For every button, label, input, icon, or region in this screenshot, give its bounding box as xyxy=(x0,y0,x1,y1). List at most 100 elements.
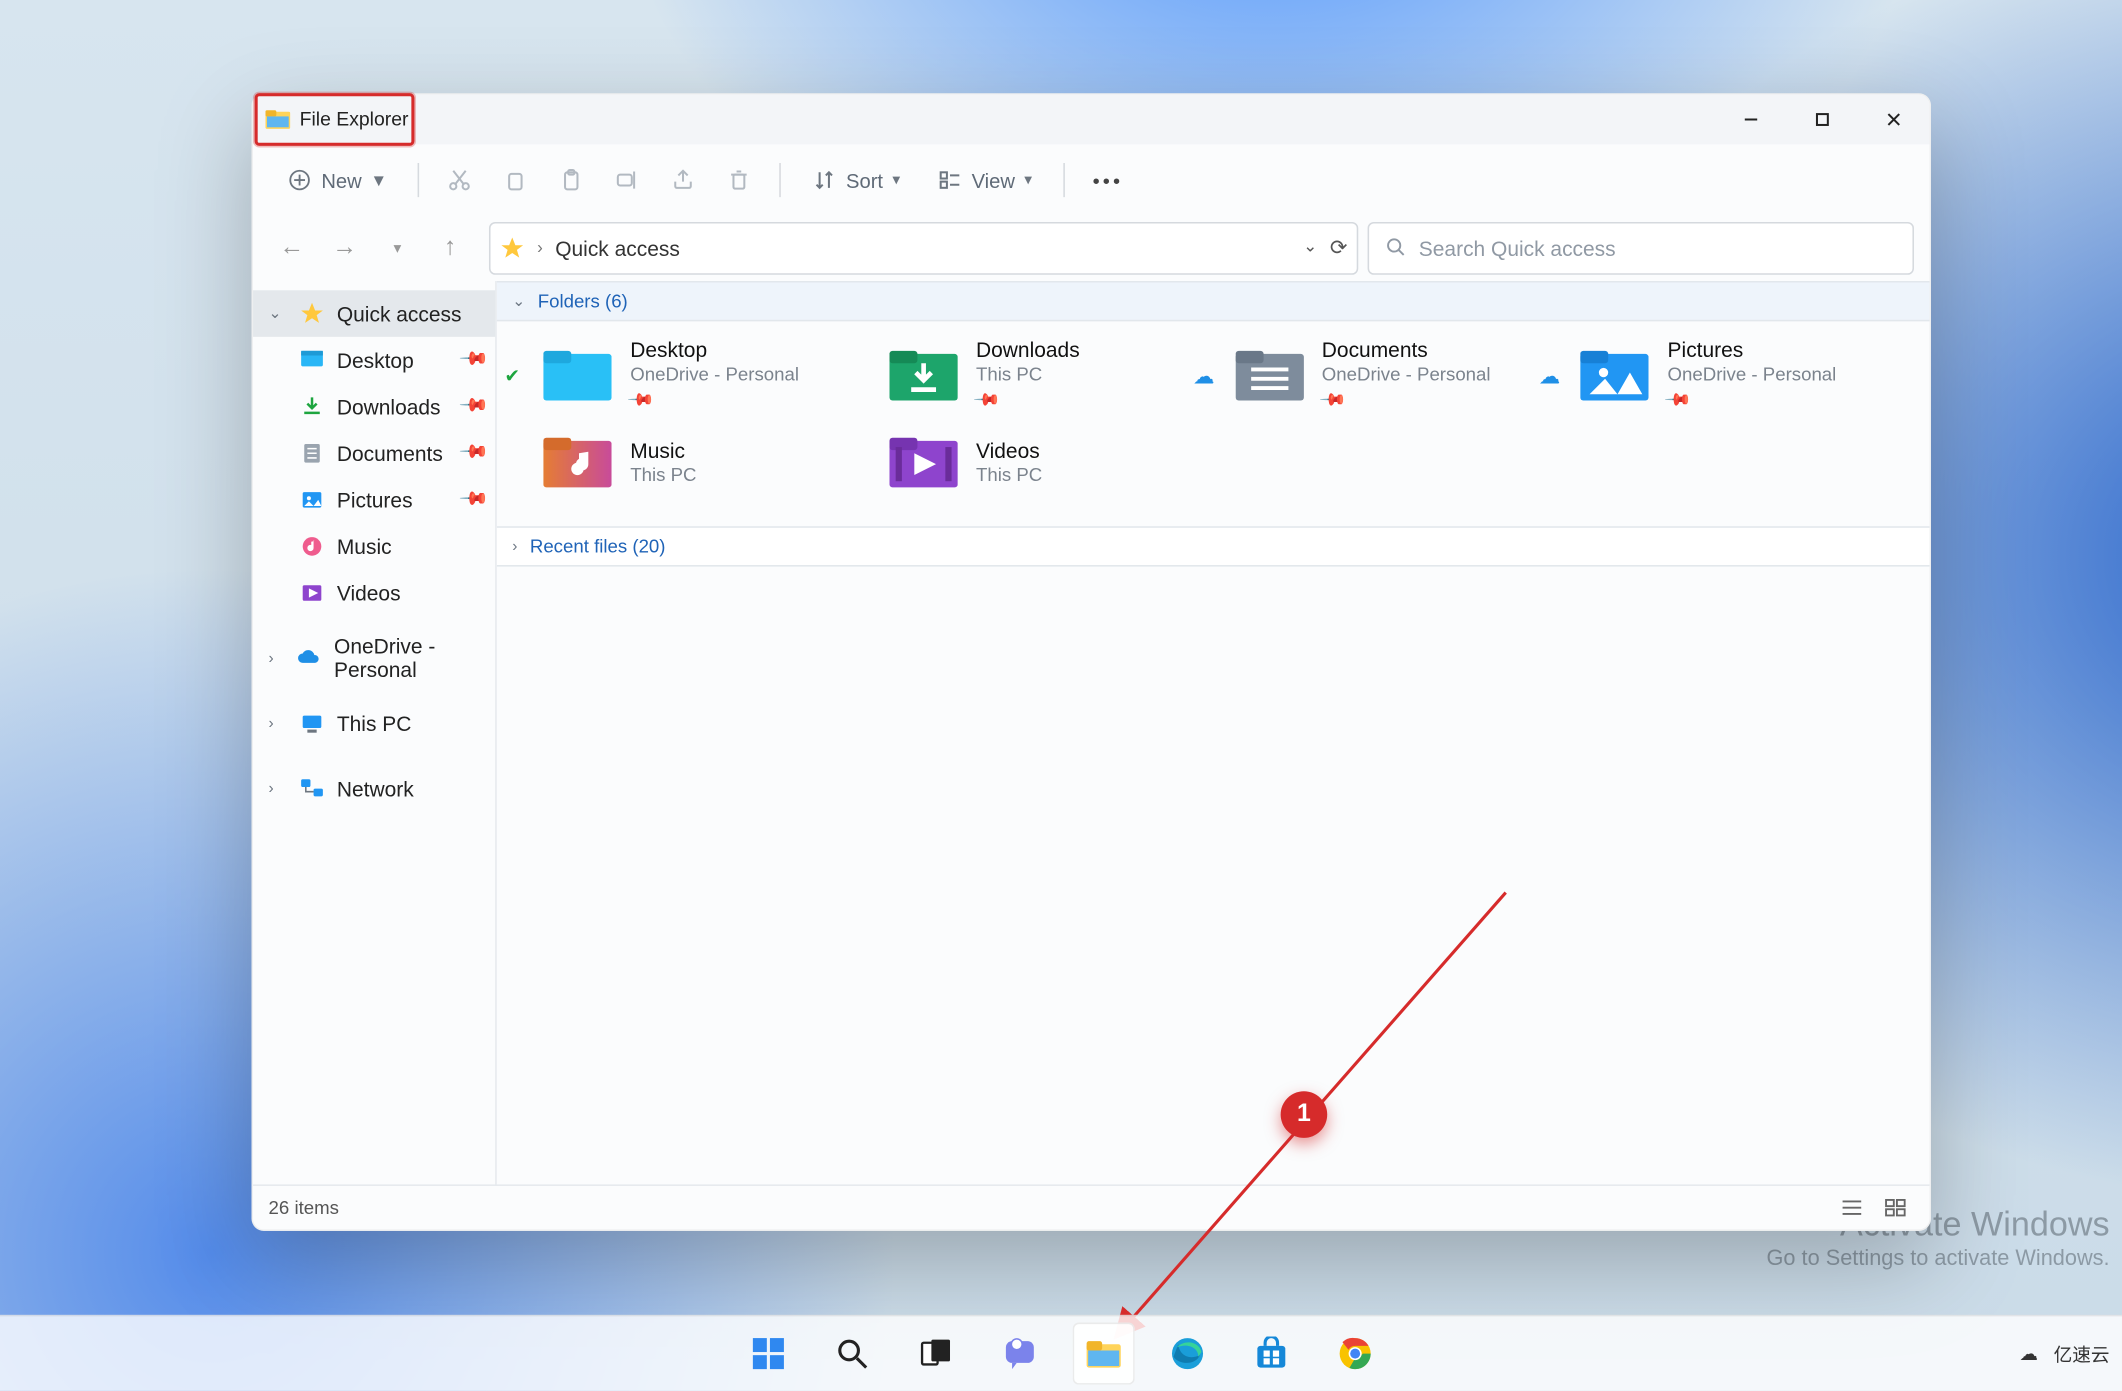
sidebar-item-label: Downloads xyxy=(337,395,441,418)
delete-button[interactable] xyxy=(714,155,764,205)
download-icon xyxy=(300,394,325,419)
sidebar-item-onedrive[interactable]: › OneDrive - Personal xyxy=(253,635,495,682)
separator xyxy=(418,163,420,197)
sidebar-item-network[interactable]: › Network xyxy=(253,765,495,812)
folder-item-desktop[interactable]: ✔ Desktop OneDrive - Personal 📌 xyxy=(534,340,867,411)
folder-icon xyxy=(1235,348,1303,404)
file-explorer-window: File Explorer New ▾ Sort xyxy=(251,93,1931,1231)
file-explorer-icon xyxy=(265,107,290,132)
folder-icon xyxy=(889,435,957,491)
content-pane: ⌄ Folders (6) ✔ Desktop OneDrive - Perso… xyxy=(495,281,1929,1186)
tray-brand-icon: ☁ xyxy=(2020,1343,2039,1365)
delete-icon xyxy=(727,168,752,193)
maximize-button[interactable] xyxy=(1787,95,1858,145)
paste-button[interactable] xyxy=(546,155,596,205)
annotation-badge-text: 1 xyxy=(1297,1101,1311,1129)
chevron-right-icon: › xyxy=(269,780,288,797)
pin-icon: 📌 xyxy=(458,436,490,468)
rename-button[interactable] xyxy=(602,155,652,205)
sidebar-item-pictures[interactable]: Pictures 📌 xyxy=(253,477,495,524)
view-label: View xyxy=(972,168,1015,191)
main-body: ⌄ Quick access Desktop 📌 Downloads 📌 xyxy=(253,281,1929,1186)
status-bar: 26 items xyxy=(253,1184,1929,1229)
chat-button[interactable] xyxy=(988,1323,1050,1385)
back-button[interactable]: ← xyxy=(269,225,316,272)
window-controls xyxy=(1715,95,1929,145)
videos-icon xyxy=(300,581,325,606)
search-placeholder: Search Quick access xyxy=(1419,237,1616,260)
task-view-button[interactable] xyxy=(904,1323,966,1385)
view-button[interactable]: View ▾ xyxy=(922,155,1048,205)
folder-name: Desktop xyxy=(630,338,799,363)
sidebar-item-quick-access[interactable]: ⌄ Quick access xyxy=(253,290,495,337)
folder-name: Documents xyxy=(1322,338,1491,363)
separator xyxy=(779,163,781,197)
tray-brand-text: 亿速云 xyxy=(2054,1340,2110,1366)
sidebar-item-downloads[interactable]: Downloads 📌 xyxy=(253,383,495,430)
watermark-line2: Go to Settings to activate Windows. xyxy=(1767,1245,2110,1270)
star-icon xyxy=(300,301,325,326)
system-tray[interactable]: ☁ 亿速云 xyxy=(2020,1316,2110,1391)
edge-button[interactable] xyxy=(1156,1323,1218,1385)
up-button[interactable]: ↑ xyxy=(427,225,474,272)
chevron-down-icon: ⌄ xyxy=(512,293,525,310)
folder-item-videos[interactable]: Videos This PC xyxy=(880,427,1213,498)
sidebar-item-music[interactable]: Music xyxy=(253,523,495,570)
chrome-button[interactable] xyxy=(1323,1323,1385,1385)
pin-icon: 📌 xyxy=(458,482,490,514)
network-icon xyxy=(300,776,325,801)
address-chevron-icon[interactable]: ⌄ xyxy=(1303,236,1317,261)
folder-item-music[interactable]: Music This PC xyxy=(534,427,867,498)
sidebar-item-label: Music xyxy=(337,535,392,558)
store-button[interactable] xyxy=(1240,1323,1302,1385)
share-button[interactable] xyxy=(658,155,708,205)
sidebar-item-this-pc[interactable]: › This PC xyxy=(253,700,495,747)
chevron-right-icon: › xyxy=(269,715,288,732)
details-view-button[interactable] xyxy=(1833,1191,1870,1225)
copy-button[interactable] xyxy=(491,155,541,205)
chevron-right-icon: › xyxy=(512,538,517,555)
copy-icon xyxy=(503,168,528,193)
close-button[interactable] xyxy=(1858,95,1929,145)
search-box[interactable]: Search Quick access xyxy=(1368,222,1914,275)
nav-row: ← → ▾ ↑ › Quick access ⌄ ⟳ Search Quick … xyxy=(253,216,1929,281)
cloud-status-icon: ☁ xyxy=(1191,362,1216,388)
folder-sub: This PC xyxy=(976,464,1042,486)
more-button[interactable]: ••• xyxy=(1080,155,1135,205)
forward-button[interactable]: → xyxy=(321,225,368,272)
folder-sub: This PC xyxy=(630,464,696,486)
sort-icon xyxy=(812,168,837,193)
window-title: File Explorer xyxy=(300,109,409,131)
sort-button[interactable]: Sort ▾ xyxy=(796,155,915,205)
folder-item-downloads[interactable]: Downloads This PC 📌 xyxy=(880,340,1213,411)
sidebar-item-label: Desktop xyxy=(337,348,414,371)
breadcrumb-chevron-icon: › xyxy=(537,239,543,258)
cloud-icon xyxy=(297,646,322,671)
refresh-button[interactable]: ⟳ xyxy=(1330,236,1348,261)
folder-item-documents[interactable]: ☁ Documents OneDrive - Personal 📌 xyxy=(1226,340,1559,411)
sidebar-item-documents[interactable]: Documents 📌 xyxy=(253,430,495,477)
large-icons-view-button[interactable] xyxy=(1877,1191,1914,1225)
start-button[interactable] xyxy=(737,1323,799,1385)
cut-button[interactable] xyxy=(435,155,485,205)
chevron-down-icon: ▾ xyxy=(1024,172,1032,189)
folders-group-header[interactable]: ⌄ Folders (6) xyxy=(497,281,1930,321)
sort-label: Sort xyxy=(846,168,883,191)
star-icon xyxy=(500,236,525,261)
titlebar[interactable]: File Explorer xyxy=(253,95,1929,145)
documents-icon xyxy=(300,441,325,466)
file-explorer-taskbar-button[interactable] xyxy=(1072,1323,1134,1385)
sidebar-item-desktop[interactable]: Desktop 📌 xyxy=(253,337,495,384)
history-button[interactable]: ▾ xyxy=(374,225,421,272)
new-button[interactable]: New ▾ xyxy=(272,155,402,205)
address-bar[interactable]: › Quick access ⌄ ⟳ xyxy=(489,222,1358,275)
minimize-button[interactable] xyxy=(1715,95,1786,145)
address-location: Quick access xyxy=(555,237,680,260)
recent-group-header[interactable]: › Recent files (20) xyxy=(497,526,1930,566)
folders-grid: ✔ Desktop OneDrive - Personal 📌 Download… xyxy=(497,321,1930,526)
folder-item-pictures[interactable]: ☁ Pictures OneDrive - Personal 📌 xyxy=(1571,340,1904,411)
search-button[interactable] xyxy=(820,1323,882,1385)
sidebar-item-videos[interactable]: Videos xyxy=(253,570,495,617)
sidebar-item-label: Quick access xyxy=(337,302,462,325)
sidebar-item-label: OneDrive - Personal xyxy=(334,635,495,682)
